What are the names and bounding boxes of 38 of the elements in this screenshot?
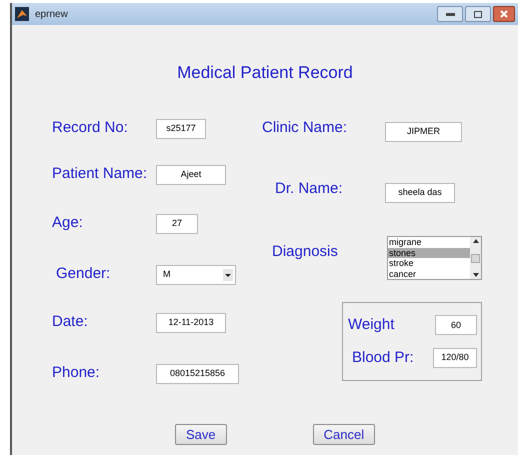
text-field[interactable]: Ajeet <box>156 165 226 185</box>
scroll-down-icon <box>472 273 478 277</box>
text-field[interactable]: sheela das <box>385 183 455 203</box>
minimize-button[interactable] <box>437 6 463 22</box>
diagnosis-listbox[interactable]: migrane stones stroke cancer <box>387 236 482 280</box>
maximize-button[interactable] <box>465 6 491 22</box>
list-item[interactable]: stones <box>388 248 470 258</box>
list-item[interactable]: migrane <box>388 237 470 248</box>
text-field[interactable]: 60 <box>435 315 477 336</box>
field-label: Date: <box>52 312 88 332</box>
field-label: Gender: <box>56 264 110 284</box>
list-item[interactable]: cancer <box>388 268 470 279</box>
cancel-button[interactable]: Cancel <box>312 424 376 445</box>
form-heading: Medical Patient Record <box>177 62 353 84</box>
field-label: Dr. Name: <box>275 179 343 199</box>
text-field[interactable]: 12-11-2013 <box>156 313 226 333</box>
scrollbar[interactable] <box>470 237 481 279</box>
text-field[interactable]: 120/80 <box>433 348 477 368</box>
text-field[interactable]: JIPMER <box>385 122 462 142</box>
close-button[interactable] <box>493 6 515 22</box>
list-item[interactable]: stroke <box>388 258 470 268</box>
app-icon <box>15 7 29 21</box>
scroll-up-icon <box>472 239 478 243</box>
field-label: Patient Name: <box>52 164 148 184</box>
window-title: eprnew <box>35 8 68 22</box>
field-label: Blood Pr: <box>351 348 414 368</box>
text-field[interactable]: 27 <box>156 214 198 234</box>
field-label: Diagnosis <box>272 243 338 260</box>
close-icon <box>500 10 508 18</box>
text-field[interactable]: 08015215856 <box>156 364 239 384</box>
save-button[interactable]: Save <box>175 424 227 445</box>
field-label: Record No: <box>52 118 128 138</box>
text-field[interactable]: s25177 <box>156 119 206 139</box>
field-label: Phone: <box>52 363 100 383</box>
field-label: Clinic Name: <box>262 118 348 138</box>
field-label: Weight <box>348 315 394 335</box>
field-label: Age: <box>52 213 83 233</box>
gender-dropdown[interactable]: M <box>156 265 236 285</box>
